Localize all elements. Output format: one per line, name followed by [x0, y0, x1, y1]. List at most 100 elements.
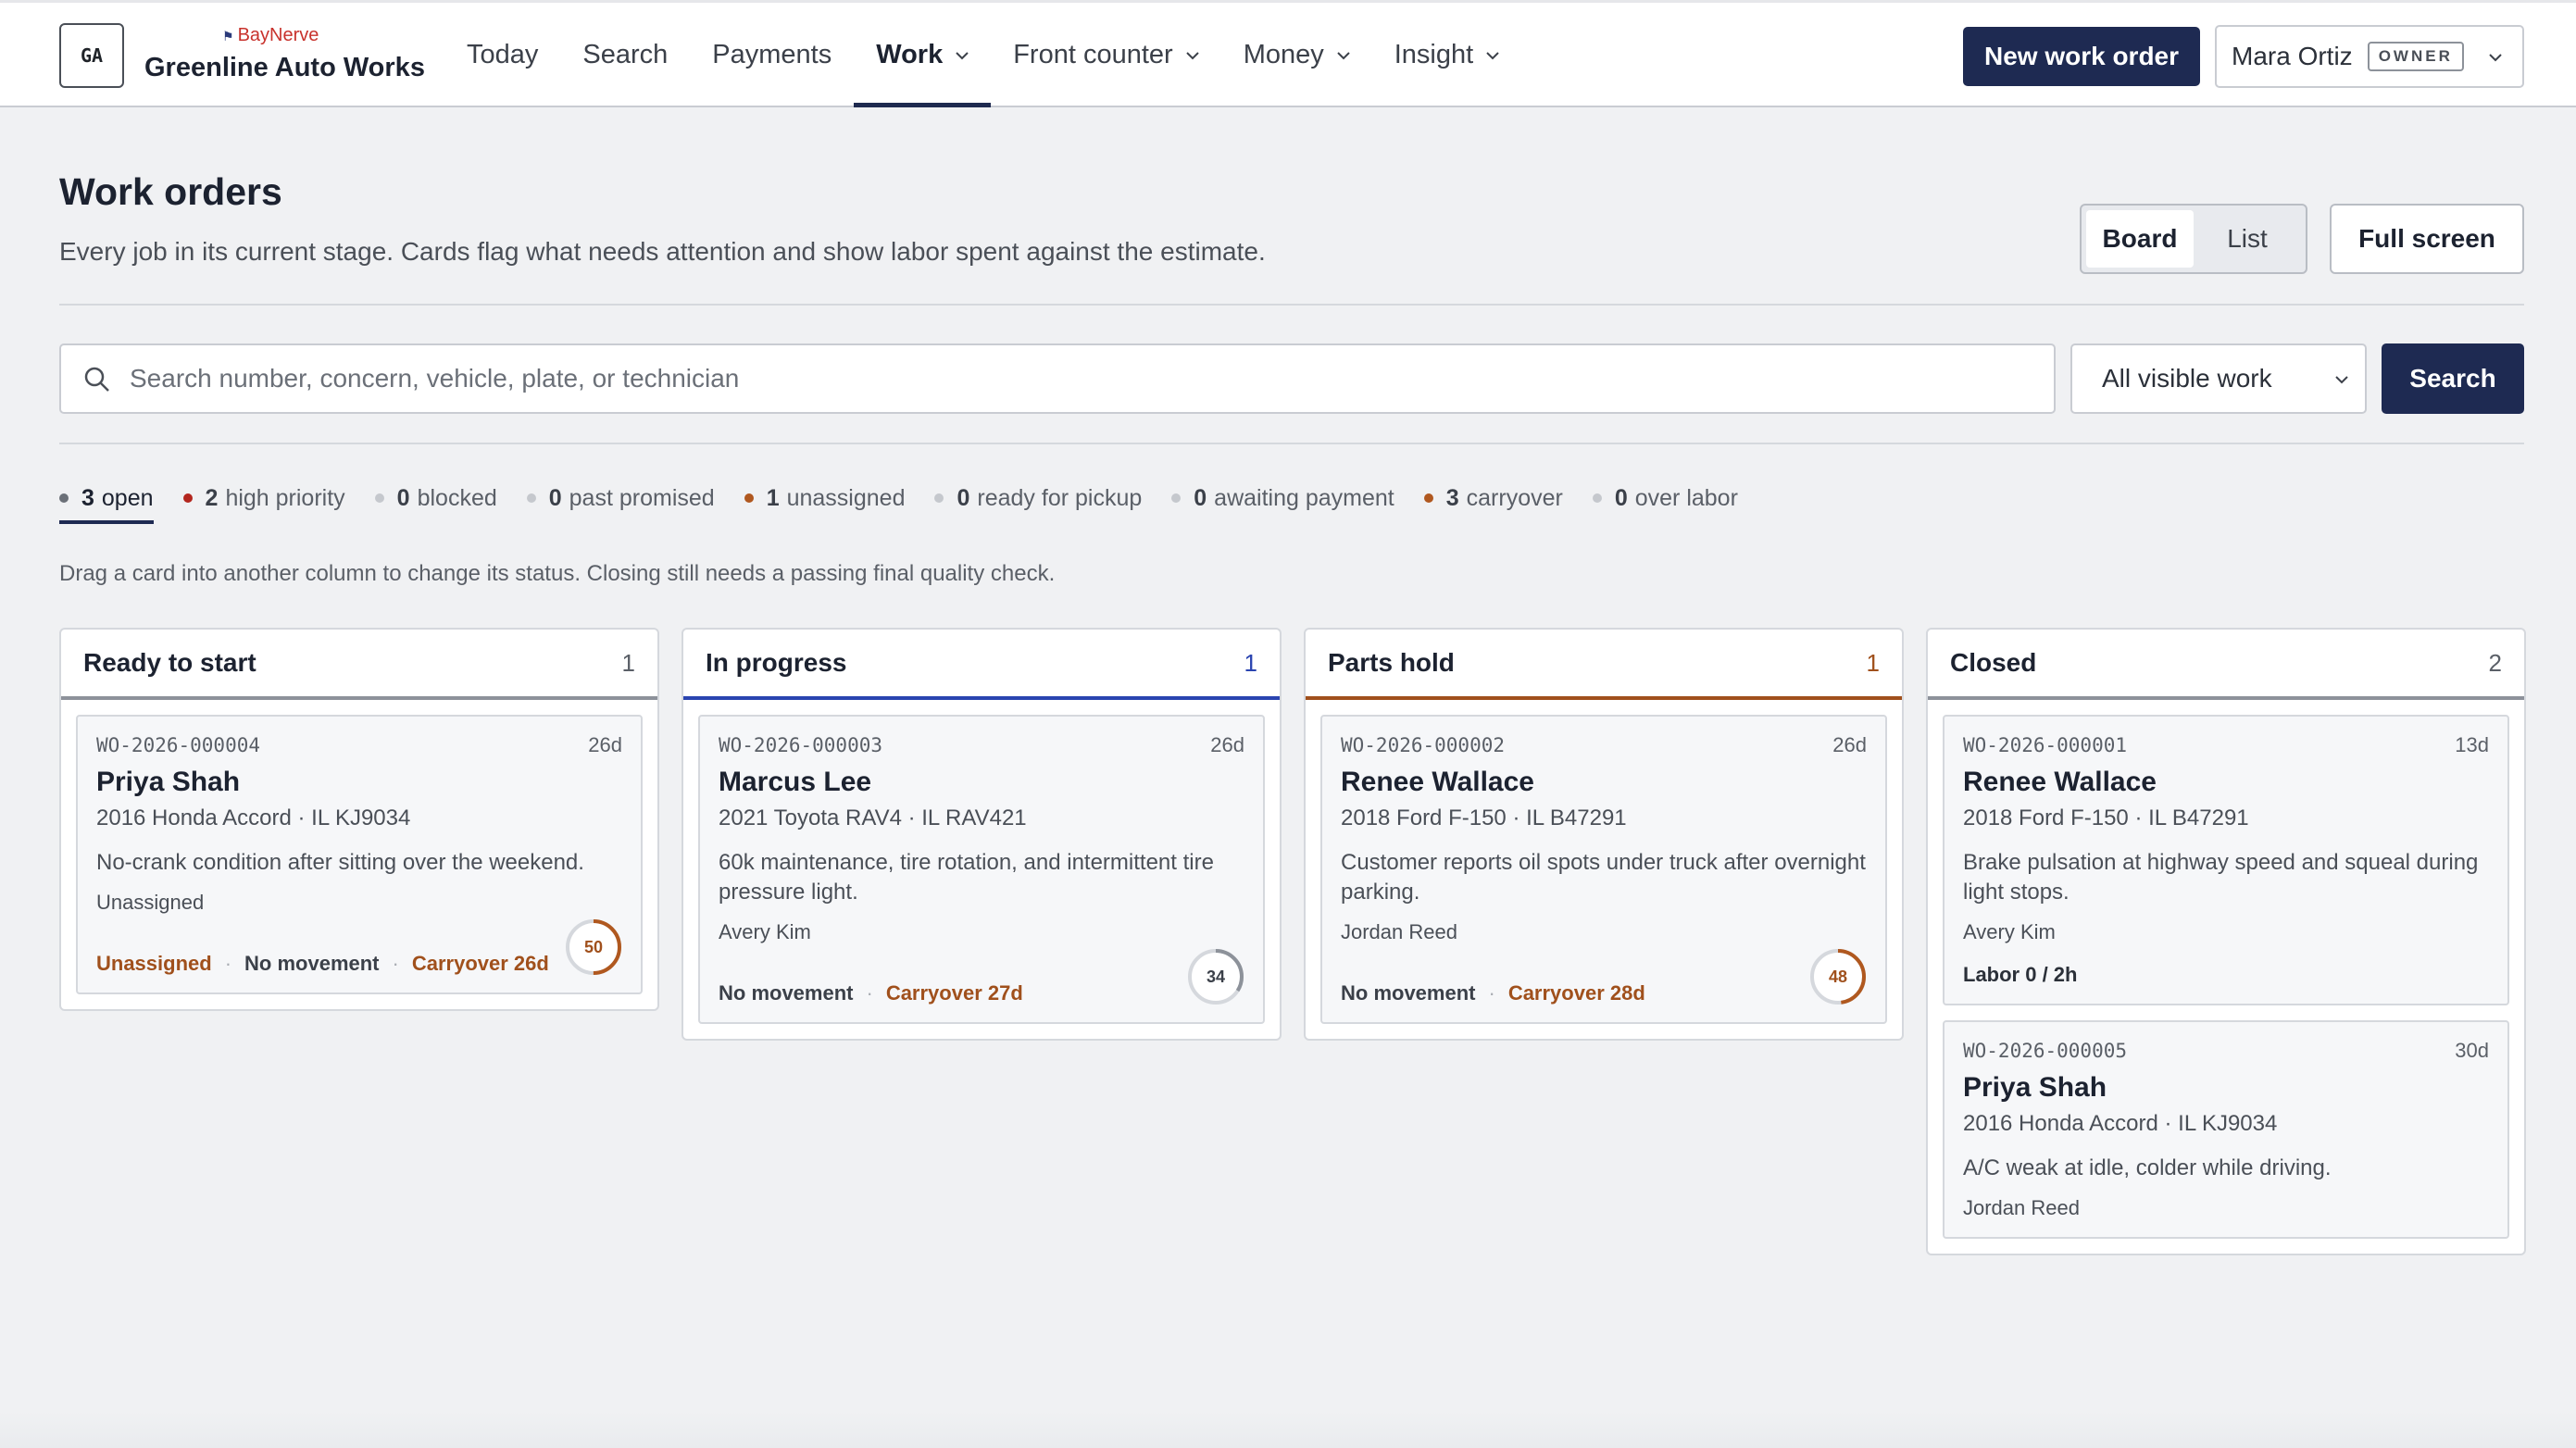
filter-label: over labor: [1634, 484, 1738, 511]
vehicle-info: 2018 Ford F-150 · IL B47291: [1341, 805, 1627, 830]
work-order-number: WO-2026-000001: [1963, 734, 2128, 756]
card-flags: No movement · Carryover 28d: [1341, 981, 1867, 1005]
labor-progress-value: 48: [1828, 967, 1848, 986]
filter-label: open: [101, 484, 154, 511]
nav-item-label: Money: [1243, 40, 1324, 69]
search-button[interactable]: Search: [2382, 343, 2524, 414]
nav-item-payments[interactable]: Payments: [690, 3, 854, 107]
list-view-button[interactable]: List: [2194, 210, 2301, 268]
user-menu[interactable]: Mara Ortiz OWNER: [2215, 25, 2524, 88]
main-nav: Today Search Payments Work Front counter Mone…: [444, 3, 1521, 107]
filter-count: 0: [957, 484, 970, 511]
labor-progress-value: 50: [583, 937, 604, 956]
status-dot-icon: [182, 493, 193, 503]
filter-awaiting-payment[interactable]: 0 awaiting payment: [1171, 481, 1394, 515]
work-order-number: WO-2026-000004: [96, 734, 261, 756]
labor-summary: Labor 0 / 2h: [1963, 963, 2078, 986]
flag-badge: Carryover 27d: [885, 981, 1023, 1005]
filter-count: 2: [205, 484, 219, 511]
flag-badge: Unassigned: [96, 952, 212, 975]
customer-name: Renee Wallace: [1341, 767, 1534, 797]
nav-item-label: Payments: [712, 40, 832, 69]
flag-separator: ·: [866, 981, 873, 1005]
filter-unassigned[interactable]: 1 unassigned: [744, 481, 906, 515]
column-count: 1: [621, 648, 635, 677]
work-order-number: WO-2026-000005: [1963, 1040, 2128, 1062]
filter-carryover[interactable]: 3 carryover: [1423, 481, 1563, 515]
filter-count: 0: [1194, 484, 1207, 511]
chevron-down-icon: [2489, 54, 2502, 62]
customer-name: Marcus Lee: [719, 767, 872, 797]
filter-label: awaiting payment: [1214, 484, 1394, 511]
filter-count: 1: [766, 484, 780, 511]
view-toggle: Board List: [2080, 204, 2307, 274]
scope-select[interactable]: All visible work: [2070, 343, 2367, 414]
filter-count: 0: [396, 484, 410, 511]
customer-name: Priya Shah: [1963, 1072, 2107, 1103]
page-title: Work orders: [59, 170, 282, 213]
shop-name[interactable]: Greenline Auto Works: [144, 53, 425, 83]
flag-separator: ·: [392, 952, 399, 975]
labor-progress-value: 34: [1206, 967, 1226, 986]
vehicle-info: 2021 Toyota RAV4 · IL RAV421: [719, 805, 1027, 830]
work-order-card[interactable]: WO-2026-000004 26d Priya Shah 2016 Honda Ac…: [76, 715, 643, 994]
card-flags: Unassigned · No movement · Carryover 26d: [96, 952, 622, 976]
filter-label: blocked: [417, 484, 497, 511]
work-order-age: 26d: [1832, 733, 1867, 756]
filter-open[interactable]: 3 open: [59, 481, 154, 524]
nav-item-money[interactable]: Money: [1221, 3, 1372, 107]
shop-logo-badge[interactable]: GA: [59, 23, 124, 88]
vehicle-info: 2016 Honda Accord · IL KJ9034: [96, 805, 411, 830]
column-ready-to-start: Ready to start 1 WO-2026-000004 26d Priya Sh…: [59, 628, 659, 1011]
role-badge: OWNER: [2367, 42, 2464, 71]
work-order-card[interactable]: WO-2026-000001 13d Renee Wallace 2018 Ford …: [1943, 715, 2509, 1005]
vehicle-info: 2018 Ford F-150 · IL B47291: [1963, 805, 2249, 830]
work-order-age: 13d: [2455, 733, 2489, 756]
nav-item-today[interactable]: Today: [444, 3, 560, 107]
search-field[interactable]: [59, 343, 2056, 414]
column-header: In progress 1: [683, 630, 1280, 700]
board-view-button[interactable]: Board: [2086, 210, 2194, 268]
card-flags: No movement · Carryover 27d: [719, 981, 1244, 1005]
filter-label: high priority: [225, 484, 345, 511]
full-screen-button[interactable]: Full screen: [2330, 204, 2524, 274]
status-dot-icon: [744, 493, 754, 503]
flag-badge: Carryover 28d: [1507, 981, 1645, 1005]
divider: [59, 443, 2524, 444]
work-order-card[interactable]: WO-2026-000003 26d Marcus Lee 2021 Toyota R…: [698, 715, 1265, 1024]
column-title: In progress: [706, 648, 847, 677]
new-work-order-button[interactable]: New work order: [1963, 27, 2200, 86]
customer-concern: A/C weak at idle, colder while driving.: [1963, 1155, 2332, 1180]
flag-badge: Carryover 26d: [411, 952, 549, 975]
nav-item-front-counter[interactable]: Front counter: [991, 3, 1220, 107]
column-closed: Closed 2 WO-2026-000001 13d Renee Wallace 201…: [1926, 628, 2526, 1255]
filter-blocked[interactable]: 0 blocked: [374, 481, 497, 515]
filter-ready-for-pickup[interactable]: 0 ready for pickup: [934, 481, 1142, 515]
status-dot-icon: [59, 493, 69, 503]
technician-name: Avery Kim: [719, 920, 811, 943]
filter-high-priority[interactable]: 2 high priority: [182, 481, 345, 515]
filter-over-labor[interactable]: 0 over labor: [1592, 481, 1738, 515]
filter-count: 0: [548, 484, 562, 511]
chevron-down-icon: [1337, 51, 1350, 59]
work-order-card[interactable]: WO-2026-000002 26d Renee Wallace 2018 Ford …: [1320, 715, 1887, 1024]
technician-name: Avery Kim: [1963, 920, 2056, 943]
work-order-age: 30d: [2455, 1039, 2489, 1062]
card-header: WO-2026-000002 26d: [1341, 733, 1867, 757]
column-header: Ready to start 1: [61, 630, 657, 700]
nav-item-work[interactable]: Work: [854, 3, 992, 107]
filter-label: unassigned: [786, 484, 906, 511]
nav-item-insight[interactable]: Insight: [1372, 3, 1521, 107]
filter-past-promised[interactable]: 0 past promised: [526, 481, 715, 515]
page-footer-area: [0, 1411, 2576, 1448]
nav-item-label: Front counter: [1013, 40, 1173, 69]
board-hint: Drag a card into another column to chang…: [59, 561, 1056, 586]
status-dot-icon: [1171, 493, 1182, 503]
nav-item-search[interactable]: Search: [560, 3, 690, 107]
column-title: Closed: [1950, 648, 2037, 677]
search-input[interactable]: [130, 364, 2054, 393]
column-in-progress: In progress 1 WO-2026-000003 26d Marcus Lee 2…: [682, 628, 1282, 1041]
work-order-card[interactable]: WO-2026-000005 30d Priya Shah 2016 Honda Ac…: [1943, 1020, 2509, 1239]
customer-concern: No-crank condition after sitting over th…: [96, 850, 584, 875]
vehicle-info: 2016 Honda Accord · IL KJ9034: [1963, 1111, 2278, 1136]
